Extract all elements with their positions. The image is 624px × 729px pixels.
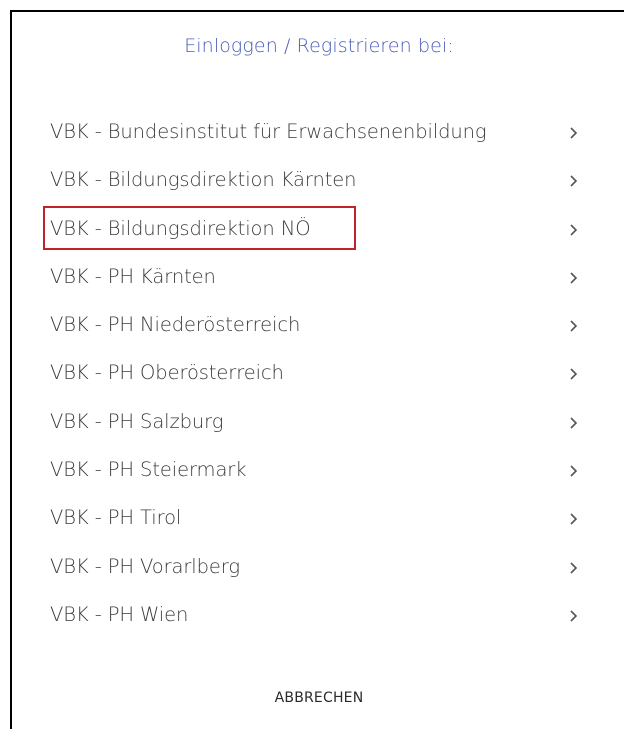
provider-label: VBK - Bildungsdirektion Kärnten	[50, 168, 357, 192]
cancel-button[interactable]: ABBRECHEN	[0, 689, 624, 707]
provider-label: VBK - PH Tirol	[50, 506, 182, 530]
provider-item-bildungsdirektion-noe[interactable]: VBK - Bildungsdirektion NÖ	[12, 205, 624, 265]
provider-label: VBK - Bundesinstitut für Erwachsenenbild…	[50, 120, 487, 143]
provider-label: VBK - PH Wien	[50, 602, 189, 626]
chevron-right-icon	[567, 509, 581, 529]
provider-item-ph-oberoesterreich[interactable]: VBK - PH Oberösterreich	[12, 361, 624, 409]
provider-item-ph-vorarlberg[interactable]: VBK - PH Vorarlberg	[12, 555, 624, 603]
chevron-right-icon	[567, 316, 581, 336]
dialog-title: Einloggen / Registrieren bei:	[184, 35, 454, 57]
provider-item-ph-niederoesterreich[interactable]: VBK - PH Niederösterreich	[12, 313, 624, 361]
provider-item-ph-salzburg[interactable]: VBK - PH Salzburg	[12, 410, 624, 458]
provider-item-bundesinstitut-erwachsenenbildung[interactable]: VBK - Bundesinstitut für Erwachsenenbild…	[12, 120, 624, 168]
provider-item-ph-steiermark[interactable]: VBK - PH Steiermark	[12, 458, 624, 506]
chevron-right-icon	[567, 413, 581, 433]
chevron-right-icon	[567, 461, 581, 481]
provider-label: VBK - PH Kärnten	[50, 264, 216, 288]
provider-label: VBK - PH Oberösterreich	[50, 361, 284, 385]
provider-label: VBK - PH Niederösterreich	[50, 313, 301, 337]
chevron-right-icon	[567, 123, 581, 143]
provider-label: VBK - PH Salzburg	[50, 409, 224, 433]
chevron-right-icon	[567, 171, 581, 191]
chevron-right-icon	[567, 268, 581, 288]
provider-item-ph-wien[interactable]: VBK - PH Wien	[12, 603, 624, 651]
provider-list: VBK - Bundesinstitut für Erwachsenenbild…	[12, 120, 624, 651]
provider-label: VBK - PH Steiermark	[50, 458, 247, 482]
chevron-right-icon	[567, 558, 581, 578]
provider-label: VBK - Bildungsdirektion NÖ	[50, 216, 311, 240]
chevron-right-icon	[567, 364, 581, 384]
chevron-right-icon	[567, 220, 581, 240]
chevron-right-icon	[567, 606, 581, 626]
provider-label: VBK - PH Vorarlberg	[50, 554, 240, 578]
provider-item-ph-tirol[interactable]: VBK - PH Tirol	[12, 506, 624, 554]
provider-item-ph-kaernten[interactable]: VBK - PH Kärnten	[12, 265, 624, 313]
login-provider-dialog: Einloggen / Registrieren bei: VBK - Bund…	[10, 10, 624, 729]
